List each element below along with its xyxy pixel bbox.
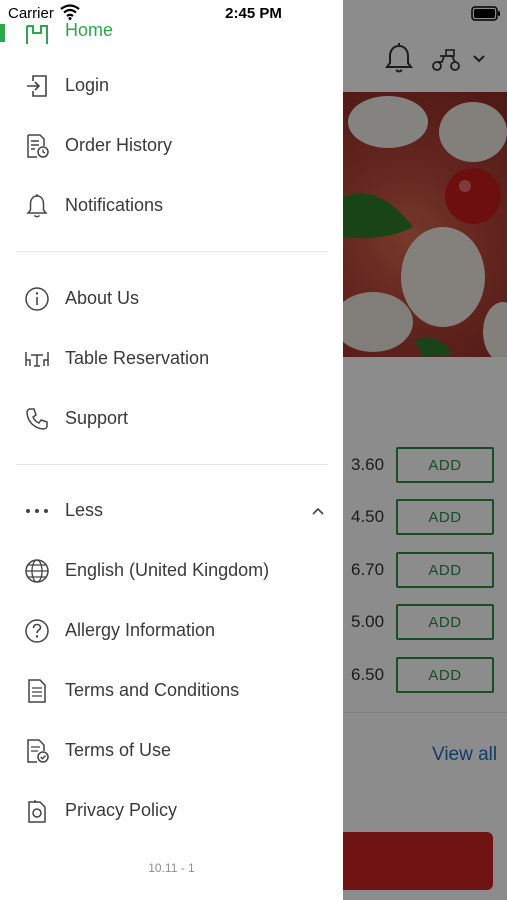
drawer-item-support[interactable]: Support <box>0 394 343 444</box>
drawer-divider <box>16 251 328 252</box>
drawer-item-label: Terms of Use <box>65 740 172 760</box>
document-check-icon <box>27 739 49 763</box>
drawer-item-label: English (United Kingdom) <box>65 560 270 580</box>
drawer-item-language[interactable]: English (United Kingdom) <box>0 546 343 596</box>
more-dots-icon <box>26 509 48 513</box>
document-icon <box>28 679 46 703</box>
drawer-item-order-history[interactable]: Order History <box>0 121 343 171</box>
privacy-icon <box>28 800 46 823</box>
order-history-icon <box>27 134 49 158</box>
app-version: 10.11 - 1 <box>148 861 195 875</box>
drawer-item-notifications[interactable]: Notifications <box>0 181 343 231</box>
drawer-item-login[interactable]: Login <box>0 61 343 111</box>
status-bar: Carrier 2:45 PM <box>0 0 507 28</box>
drawer-item-label: Login <box>65 75 110 95</box>
drawer-item-terms-and-conditions[interactable]: Terms and Conditions <box>0 666 343 716</box>
drawer-item-label: Table Reservation <box>65 348 210 368</box>
table-icon <box>25 352 49 367</box>
drawer-item-label: Notifications <box>65 195 164 215</box>
navigation-drawer: Home Login Order History Notifications A… <box>0 0 343 900</box>
drawer-item-terms-of-use[interactable]: Terms of Use <box>0 726 343 776</box>
drawer-item-privacy-policy[interactable]: Privacy Policy <box>0 786 343 836</box>
drawer-item-about-us[interactable]: About Us <box>0 274 343 324</box>
drawer-divider <box>16 464 328 465</box>
drawer-item-label: Terms and Conditions <box>65 680 240 700</box>
chevron-up-icon <box>312 507 324 515</box>
drawer-item-table-reservation[interactable]: Table Reservation <box>0 334 343 384</box>
drawer-item-allergy-information[interactable]: Allergy Information <box>0 606 343 656</box>
drawer-item-label: About Us <box>65 288 140 308</box>
phone-icon <box>26 408 48 430</box>
bell-icon <box>26 194 48 218</box>
login-icon <box>27 75 47 97</box>
info-icon <box>25 287 49 311</box>
battery-icon <box>471 6 500 21</box>
question-icon <box>25 619 49 643</box>
status-time: 2:45 PM <box>225 5 282 22</box>
drawer-toggle-less[interactable]: Less <box>0 486 343 536</box>
drawer-item-label: Order History <box>65 135 173 155</box>
drawer-item-label: Less <box>65 500 104 520</box>
drawer-item-label: Support <box>65 408 129 428</box>
globe-icon <box>25 559 49 583</box>
drawer-item-label: Privacy Policy <box>65 800 178 820</box>
drawer-item-label: Allergy Information <box>65 620 216 640</box>
